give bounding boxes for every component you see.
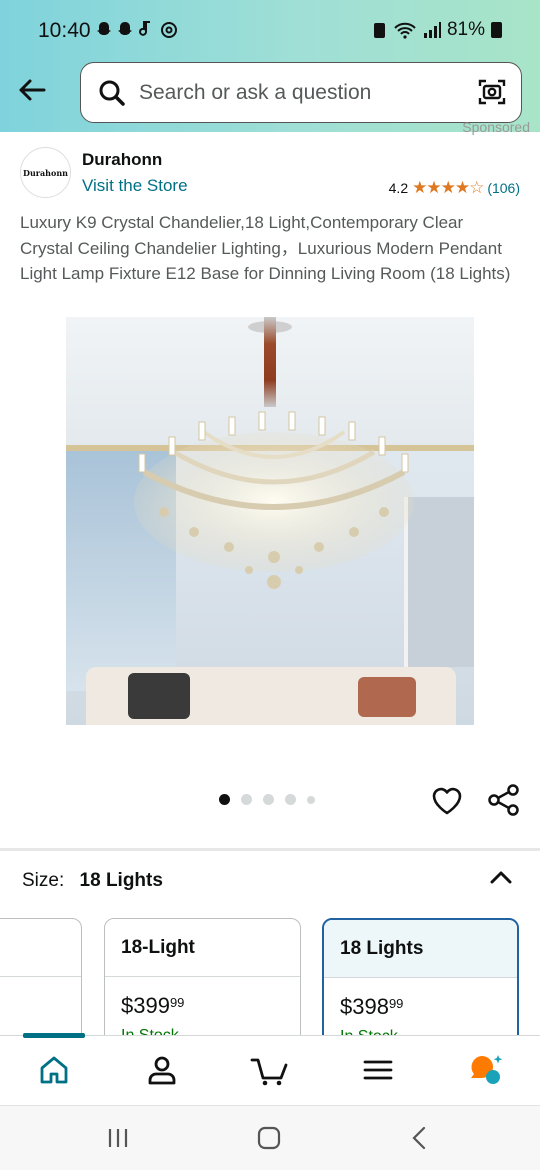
back-arrow-icon[interactable]: [16, 74, 48, 106]
cart-icon[interactable]: [250, 1052, 290, 1088]
visit-store-link[interactable]: Visit the Store: [82, 176, 188, 196]
carousel-dot[interactable]: [285, 794, 296, 805]
brand-logo[interactable]: Durahonn: [20, 147, 71, 198]
recent-apps-icon[interactable]: [104, 1124, 132, 1152]
section-divider: [0, 848, 540, 851]
carousel-dot[interactable]: [241, 794, 252, 805]
size-option-price: [0, 977, 81, 993]
battery-icon: [491, 22, 502, 38]
size-option-name: 18-Light: [105, 919, 300, 977]
size-option-name: [0, 919, 81, 977]
image-pillow-rust: [358, 677, 416, 717]
size-option-name: 18 Lights: [324, 920, 517, 978]
status-bar: 10:40 81%: [0, 0, 540, 62]
carousel-dot[interactable]: [263, 794, 274, 805]
battery-percent: 81%: [446, 19, 485, 40]
price-cents: 99: [388, 996, 404, 1011]
size-selector-header[interactable]: Size: 18 Lights: [22, 870, 163, 892]
camera-search-icon[interactable]: [477, 77, 507, 107]
notification-icons-svg: [97, 21, 177, 38]
brand-name: Durahonn: [82, 150, 163, 169]
rating-count[interactable]: (106): [487, 180, 520, 196]
carousel-dot[interactable]: [219, 794, 230, 805]
size-value: 18 Lights: [79, 870, 163, 891]
system-status-icons: 81%: [373, 19, 502, 41]
carousel-dots[interactable]: [219, 794, 315, 805]
size-label: Size:: [22, 870, 65, 891]
notification-icons: [94, 19, 180, 46]
search-input[interactable]: Search or ask a question: [139, 81, 371, 105]
heart-icon[interactable]: [431, 785, 463, 817]
product-image[interactable]: [66, 317, 474, 725]
search-icon: [99, 80, 125, 106]
system-navigation-bar: [0, 1105, 540, 1170]
chevron-up-icon[interactable]: [487, 864, 515, 892]
share-icon[interactable]: [487, 783, 521, 817]
chandelier-illustration: [134, 411, 414, 589]
rufus-icon[interactable]: [468, 1052, 504, 1088]
menu-icon[interactable]: [360, 1052, 396, 1088]
star-rating-icon: ★★★★☆: [412, 178, 484, 197]
price-whole: $398: [340, 994, 389, 1019]
size-option-card[interactable]: [0, 918, 82, 1048]
size-option-card[interactable]: 18-Light $39999 In Stock: [104, 918, 301, 1048]
status-time: 10:40: [38, 19, 91, 42]
account-icon[interactable]: [144, 1052, 180, 1088]
price-cents: 99: [169, 995, 185, 1010]
image-window: [404, 497, 474, 667]
bottom-navigation: [0, 1033, 540, 1105]
carousel-dot[interactable]: [307, 795, 315, 804]
sponsored-label[interactable]: Sponsored: [462, 119, 530, 135]
size-option-price: $39999: [105, 977, 300, 1019]
product-title: Luxury K9 Crystal Chandelier,18 Light,Co…: [20, 213, 511, 283]
price-whole: $399: [121, 993, 170, 1018]
search-bar[interactable]: Search or ask a question: [80, 62, 522, 123]
size-option-price: $39899: [324, 978, 517, 1020]
image-pillow-dark: [128, 673, 190, 719]
wifi-icon: [394, 22, 416, 39]
rating-summary[interactable]: 4.2 ★★★★☆ (106): [389, 178, 520, 198]
size-option-card-selected[interactable]: 18 Lights $39899 In Stock: [322, 918, 519, 1048]
home-button-icon[interactable]: [255, 1124, 283, 1152]
signal-icon: [423, 22, 441, 38]
active-tab-indicator: [23, 1033, 85, 1038]
home-icon[interactable]: [36, 1052, 72, 1088]
sim-icon: [373, 23, 385, 38]
back-button-icon[interactable]: [406, 1124, 434, 1152]
rating-value: 4.2: [388, 180, 409, 196]
app-header: 10:40 81% Search or ask a question: [0, 0, 540, 132]
